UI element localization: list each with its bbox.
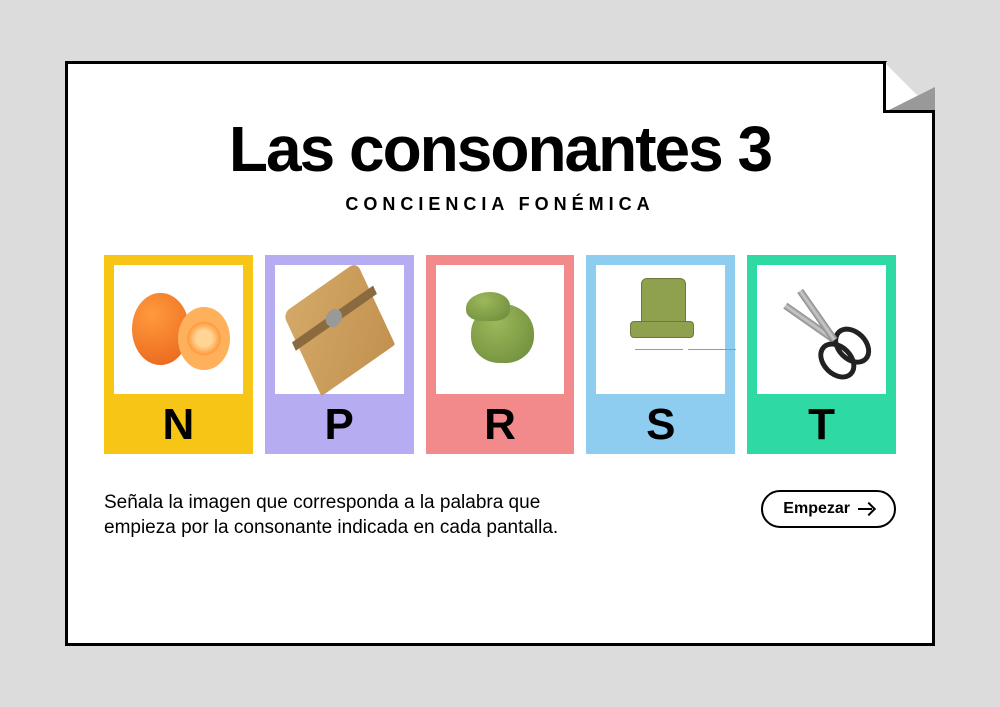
card-letter: S (596, 400, 725, 450)
scissors-handles-icon (814, 322, 868, 376)
card-image-naranja (114, 265, 243, 394)
card-image-pinza (275, 265, 404, 394)
frog-icon (452, 288, 549, 372)
start-button-label: Empezar (783, 500, 850, 518)
bottom-row: Señala la imagen que corresponda a la pa… (104, 490, 896, 541)
page-subtitle: CONCIENCIA FONÉMICA (104, 194, 896, 215)
worksheet-container: Las consonantes 3 CONCIENCIA FONÉMICA N … (65, 61, 935, 646)
card-letter: R (436, 400, 565, 450)
page-fold-line (883, 61, 935, 113)
card-letter: N (114, 400, 243, 450)
card-image-rana (436, 265, 565, 394)
page-title: Las consonantes 3 (104, 112, 896, 186)
card-image-silla (596, 265, 725, 394)
letter-card-t: T (747, 255, 896, 454)
card-letter: T (757, 400, 886, 450)
start-button[interactable]: Empezar (761, 490, 896, 528)
letter-card-p: P (265, 255, 414, 454)
clothespin-icon (283, 262, 396, 397)
arrow-right-icon (858, 503, 874, 515)
card-image-tijeras (757, 265, 886, 394)
card-letter: P (275, 400, 404, 450)
page-fold-border-h (883, 110, 935, 113)
scissors-icon (744, 252, 899, 407)
letter-card-n: N (104, 255, 253, 454)
orange-icon (127, 284, 230, 374)
letter-card-r: R (426, 255, 575, 454)
letter-cards-row: N P R S (104, 255, 896, 454)
letter-card-s: S (586, 255, 735, 454)
instructions-text: Señala la imagen que corresponda a la pa… (104, 490, 604, 541)
page-fold-border-v (883, 61, 886, 113)
chair-icon (622, 278, 699, 381)
